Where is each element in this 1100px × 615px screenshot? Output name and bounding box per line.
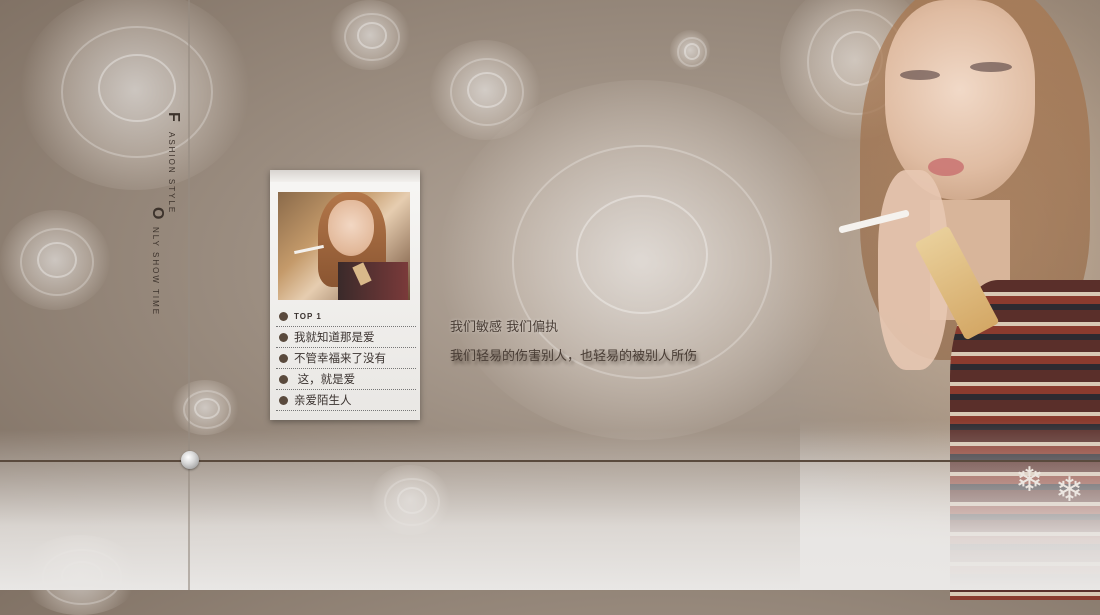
- bullet-icon: [279, 332, 288, 342]
- list-item[interactable]: 这，就是爱: [276, 369, 416, 390]
- fashion-rest: ASHION STYLE: [167, 132, 176, 215]
- rose-decoration: [670, 30, 710, 70]
- bullet-icon: [279, 311, 288, 321]
- top-list-card: TOP 1 我就知道那是爱 不管幸福来了没有 这，就是爱 亲爱陌生人: [270, 170, 420, 420]
- hero-photo: ❄ ❄: [780, 0, 1100, 600]
- list-item-label[interactable]: 不管幸福来了没有: [294, 350, 386, 366]
- quote-line-2: 我们轻易的伤害别人，也轻易的被别人所伤: [450, 349, 698, 364]
- divider-knob: [181, 451, 199, 469]
- rose-decoration: [0, 210, 110, 310]
- horizontal-divider: [0, 460, 1100, 462]
- rose-decoration: [330, 0, 410, 70]
- quote-line-1: 我们敏感 我们偏执: [450, 320, 559, 335]
- song-list: TOP 1 我就知道那是爱 不管幸福来了没有 这，就是爱 亲爱陌生人: [276, 306, 416, 411]
- list-header-label: TOP 1: [294, 311, 322, 321]
- only-rest: NLY SHOW TIME: [151, 227, 160, 317]
- bullet-icon: [279, 374, 288, 384]
- sidebar-tagline: F ASHION STYLE O NLY SHOW TIME: [140, 112, 188, 322]
- rose-decoration: [20, 0, 250, 190]
- list-header: TOP 1: [276, 306, 416, 327]
- vertical-divider: [188, 0, 190, 590]
- rose-decoration: [170, 380, 240, 435]
- bullet-icon: [279, 395, 288, 405]
- only-initial: O: [149, 207, 166, 222]
- list-item-label[interactable]: 我就知道那是爱: [294, 329, 375, 345]
- list-item[interactable]: 不管幸福来了没有: [276, 348, 416, 369]
- list-item[interactable]: 亲爱陌生人: [276, 390, 416, 411]
- fashion-initial: F: [165, 112, 182, 124]
- bullet-icon: [279, 353, 288, 363]
- card-photo[interactable]: [278, 192, 410, 300]
- list-item-label[interactable]: 这，就是爱: [294, 371, 356, 387]
- list-item-label[interactable]: 亲爱陌生人: [294, 392, 352, 408]
- list-item[interactable]: 我就知道那是爱: [276, 327, 416, 348]
